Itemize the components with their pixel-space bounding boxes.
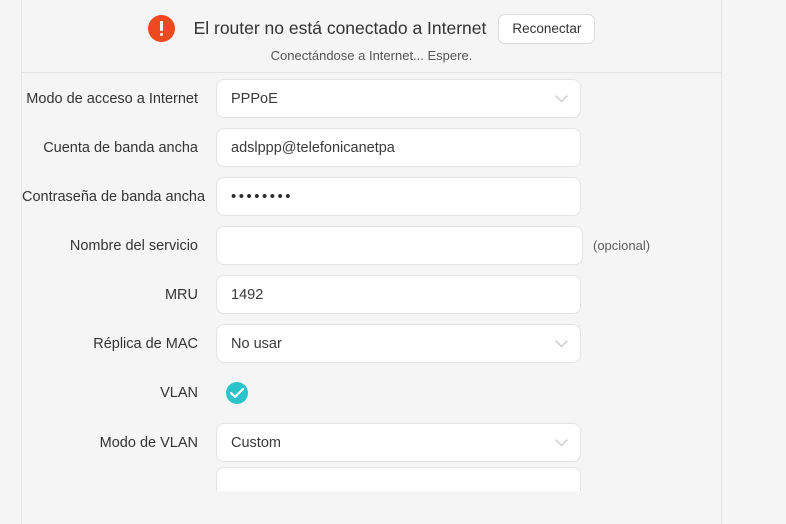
settings-panel: El router no está conectado a Internet R…	[21, 0, 722, 524]
value-mru: 1492	[231, 286, 264, 303]
label-service-name: Nombre del servicio	[69, 237, 198, 254]
chevron-down-icon	[555, 94, 568, 103]
vlan-enable-checkbox[interactable]	[226, 382, 248, 404]
connection-progress-text: Conectándose a Internet... Espere.	[270, 48, 473, 63]
label-vlan-mode: Modo de VLAN	[99, 434, 198, 451]
label-broadband-password: Contraseña de banda ancha	[22, 188, 206, 205]
label-internet-access-mode: Modo de acceso a Internet	[26, 90, 198, 107]
input-broadband-account[interactable]: adslppp@telefonicanetpa	[216, 128, 581, 167]
select-internet-access-mode[interactable]: PPPoE	[216, 79, 581, 118]
row-service-name: Nombre del servicio (opcional)	[22, 221, 721, 270]
input-next-field-clipped[interactable]	[216, 467, 581, 491]
row-vlan-mode: Modo de VLAN Custom	[22, 418, 721, 467]
select-mac-clone[interactable]: No usar	[216, 324, 581, 363]
value-broadband-password: ••••••••	[231, 188, 294, 205]
select-vlan-mode[interactable]: Custom	[216, 423, 581, 462]
pppoe-settings-form: Modo de acceso a Internet PPPoE Cuenta d…	[22, 74, 721, 491]
value-mac-clone: No usar	[231, 335, 282, 352]
service-name-optional-note: (opcional)	[593, 238, 651, 253]
value-vlan-mode: Custom	[231, 434, 281, 451]
connection-status-text: El router no está conectado a Internet	[193, 18, 487, 39]
status-message-row: El router no está conectado a Internet R…	[22, 14, 721, 44]
alert-exclamation-icon	[147, 15, 175, 43]
label-broadband-account: Cuenta de banda ancha	[43, 139, 198, 156]
input-service-name[interactable]	[216, 226, 583, 265]
chevron-down-icon	[555, 438, 568, 447]
chevron-down-icon	[555, 339, 568, 348]
row-mru: MRU 1492	[22, 270, 721, 319]
value-broadband-account: adslppp@telefonicanetpa	[231, 139, 395, 156]
label-vlan-enable: VLAN	[160, 385, 198, 401]
router-internet-settings-page: El router no está conectado a Internet R…	[0, 0, 786, 524]
input-broadband-password[interactable]: ••••••••	[216, 177, 581, 216]
connection-status-banner: El router no está conectado a Internet R…	[22, 0, 721, 73]
value-internet-access-mode: PPPoE	[231, 90, 278, 107]
label-mac-clone: Réplica de MAC	[93, 335, 198, 352]
row-internet-access-mode: Modo de acceso a Internet PPPoE	[22, 74, 721, 123]
row-vlan-enable: VLAN	[22, 368, 721, 418]
reconnect-button[interactable]: Reconectar	[498, 14, 596, 44]
checkmark-icon	[230, 388, 244, 399]
input-mru[interactable]: 1492	[216, 275, 581, 314]
row-broadband-password: Contraseña de banda ancha ••••••••	[22, 172, 721, 221]
row-mac-clone: Réplica de MAC No usar	[22, 319, 721, 368]
row-broadband-account: Cuenta de banda ancha adslppp@telefonica…	[22, 123, 721, 172]
row-next-field-clipped	[22, 467, 721, 491]
label-mru: MRU	[164, 286, 198, 303]
